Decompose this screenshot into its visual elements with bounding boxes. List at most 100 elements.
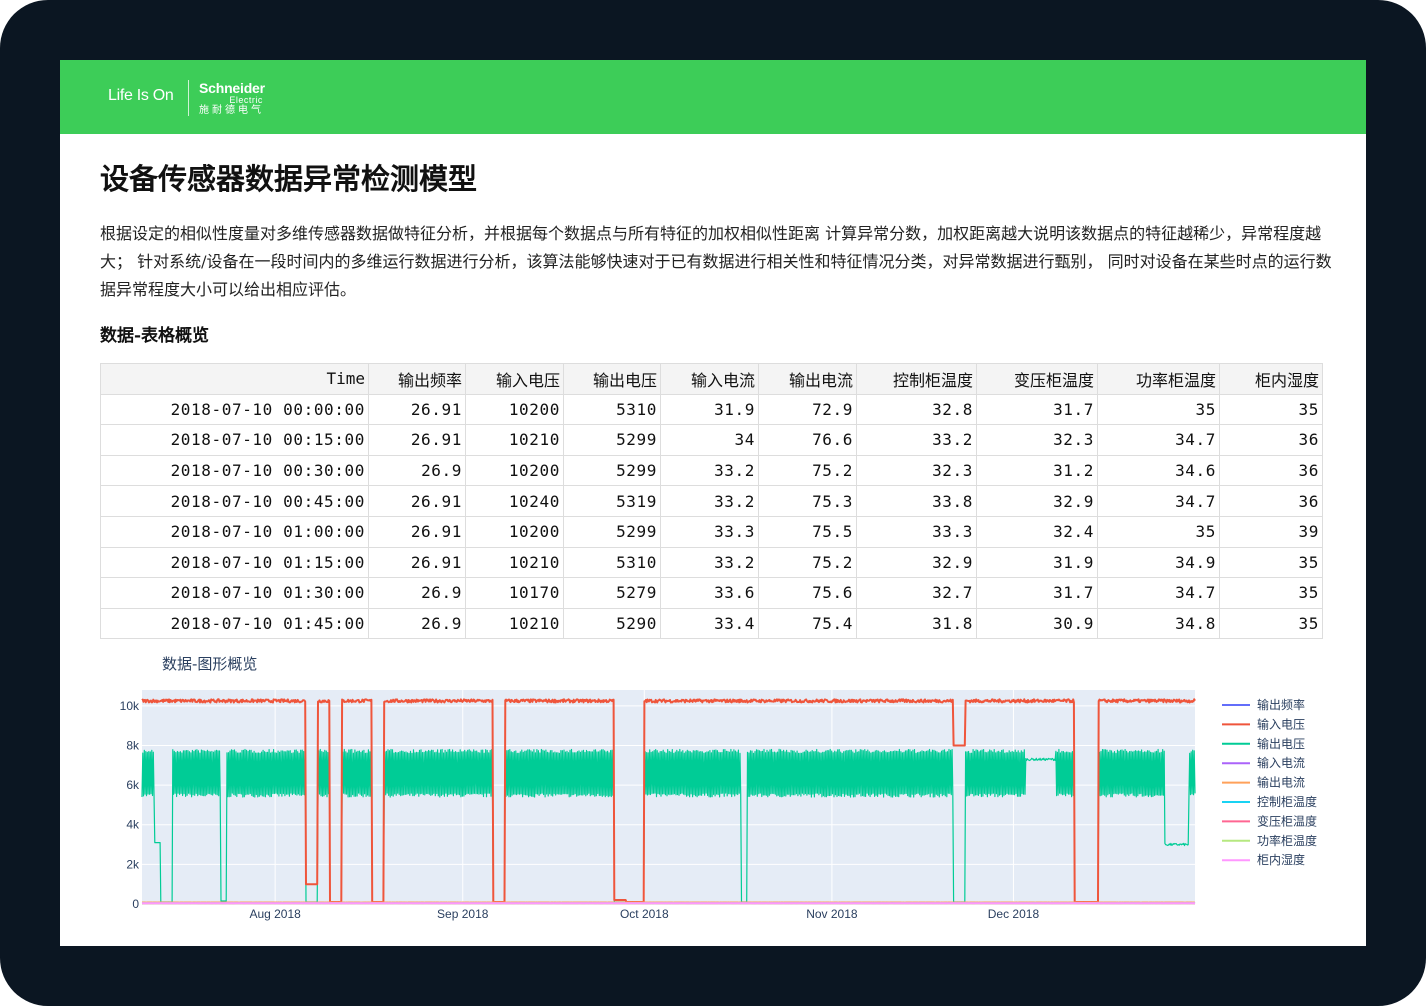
- column-header: 输出电流: [758, 363, 857, 395]
- table-row: 2018-07-10 00:00:00 26.91 10200 5310 31.9 72.…: [100, 393, 1323, 426]
- table-body: 2018-07-10 00:00:00 26.91 10200 5310 31.9 72.…: [100, 393, 1323, 640]
- x-tick-label: Nov 2018: [806, 907, 858, 921]
- schneider-logo: Schneider Electric 施耐德电气: [199, 80, 265, 117]
- table-cell: 10200: [465, 454, 564, 487]
- sensor-line-chart[interactable]: 0 2k 4k 6k 8k 10k Aug 2018 Sep 2018 Oct 2018 Nov…: [60, 680, 1366, 946]
- table-cell: 33.8: [856, 485, 977, 517]
- legend-label[interactable]: 柜内湿度: [1257, 852, 1305, 867]
- y-tick-label: 8k: [126, 738, 140, 752]
- table-cell: 10170: [465, 577, 564, 609]
- y-tick-label: 10k: [120, 699, 140, 713]
- table-cell: 2018-07-10 00:30:00: [100, 454, 369, 487]
- table-cell: 10210: [465, 546, 564, 579]
- table-row: 2018-07-10 01:15:00 26.91 10210 5310 33.2 75.…: [100, 546, 1323, 579]
- table-cell: 34.7: [1097, 577, 1220, 609]
- table-cell: 2018-07-10 01:45:00: [100, 607, 369, 640]
- table-cell: 31.9: [976, 546, 1098, 579]
- table-cell: 5299: [563, 515, 661, 548]
- x-tick-label: Dec 2018: [988, 907, 1040, 921]
- table-header-row: Time 输出频率 输入电压 输出电压 输入电流 输出电流 控制柜温度 变压柜温度 功率柜温度柜…: [100, 363, 1323, 395]
- table-cell: 2018-07-10 00:15:00: [100, 424, 369, 456]
- table-cell: 10240: [465, 485, 564, 517]
- legend-label[interactable]: 输出频率: [1257, 697, 1305, 712]
- table-cell: 33.6: [660, 577, 759, 609]
- table-cell: 5310: [563, 393, 661, 426]
- column-header: Time: [100, 363, 369, 395]
- legend-label[interactable]: 输出电压: [1257, 736, 1305, 751]
- data-table: Time 输出频率 输入电压 输出电压 输入电流 输出电流 控制柜温度 变压柜温度 功率柜温度柜…: [100, 363, 1323, 640]
- table-cell: 32.3: [976, 424, 1098, 456]
- column-header: 柜内湿度: [1219, 363, 1323, 395]
- table-row: 2018-07-10 01:45:00 26.9 10210 5290 33.4 75.4…: [100, 607, 1323, 640]
- table-cell: 32.4: [976, 515, 1098, 548]
- table-cell: 33.2: [660, 485, 759, 517]
- table-cell: 34: [660, 424, 759, 456]
- legend-label[interactable]: 输出电流: [1257, 775, 1305, 790]
- y-tick-label: 6k: [126, 778, 140, 792]
- table-cell: 75.2: [758, 546, 857, 579]
- table-cell: 5319: [563, 485, 661, 517]
- table-cell: 34.7: [1097, 485, 1220, 517]
- column-header: 变压柜温度: [976, 363, 1098, 395]
- table-cell: 32.7: [856, 577, 977, 609]
- table-cell: 34.6: [1097, 454, 1220, 487]
- page-title: 设备传感器数据异常检测模型: [100, 162, 478, 196]
- table-section-heading: 数据-表格概览: [100, 326, 210, 346]
- y-tick-label: 4k: [126, 818, 140, 832]
- table-cell: 32.9: [856, 546, 977, 579]
- table-cell: 36: [1219, 424, 1323, 456]
- table-cell: 39: [1219, 515, 1323, 548]
- legend-label[interactable]: 功率柜温度: [1257, 833, 1317, 848]
- x-tick-label: Oct 2018: [620, 907, 669, 921]
- table-cell: 33.2: [660, 546, 759, 579]
- table-cell: 10200: [465, 515, 564, 548]
- table-cell: 32.3: [856, 454, 977, 487]
- legend-label[interactable]: 控制柜温度: [1257, 794, 1317, 809]
- legend-label[interactable]: 输入电压: [1257, 716, 1305, 731]
- table-cell: 32.9: [976, 485, 1098, 517]
- table-cell: 75.4: [758, 607, 857, 640]
- column-header: 控制柜温度: [856, 363, 977, 395]
- column-header: 输出频率: [368, 363, 466, 395]
- table-cell: 2018-07-10 01:15:00: [100, 546, 369, 579]
- column-header: 功率柜温度: [1097, 363, 1220, 395]
- table-cell: 34.9: [1097, 546, 1220, 579]
- table-cell: 26.91: [368, 393, 466, 426]
- chart-legend[interactable]: 输出频率输入电压输出电压输入电流输出电流控制柜温度变压柜温度功率柜温度柜内湿度: [1222, 697, 1317, 867]
- table-cell: 33.3: [660, 515, 759, 548]
- table-cell: 33.3: [856, 515, 977, 548]
- plot-area: [142, 690, 1195, 904]
- data-table-scroll[interactable]: Time 输出频率 输入电压 输出电压 输入电流 输出电流 控制柜温度 变压柜温度 功率柜温度柜…: [100, 363, 1324, 647]
- table-cell: 31.9: [660, 393, 759, 426]
- life-is-on-tagline: Life Is On: [108, 87, 174, 104]
- table-cell: 75.6: [758, 577, 857, 609]
- device-frame: Life Is On Schneider Electric 施耐德电气 设备传感…: [0, 0, 1426, 1006]
- table-cell: 10210: [465, 607, 564, 640]
- table-cell: 30.9: [976, 607, 1098, 640]
- table-cell: 2018-07-10 00:00:00: [100, 393, 369, 426]
- table-row: 2018-07-10 00:15:00 26.91 10210 5299 34 76.6 3…: [100, 424, 1323, 456]
- app-screen: Life Is On Schneider Electric 施耐德电气 设备传感…: [60, 60, 1366, 946]
- table-cell: 26.9: [368, 607, 466, 640]
- brand-divider: [188, 80, 189, 116]
- y-tick-label: 0: [132, 897, 139, 911]
- table-cell: 10200: [465, 393, 564, 426]
- table-cell: 26.91: [368, 424, 466, 456]
- table-cell: 75.2: [758, 454, 857, 487]
- table-cell: 5279: [563, 577, 661, 609]
- legend-label[interactable]: 输入电流: [1257, 755, 1305, 770]
- table-cell: 35: [1219, 546, 1323, 579]
- table-cell: 35: [1219, 393, 1323, 426]
- table-cell: 2018-07-10 00:45:00: [100, 485, 369, 517]
- table-cell: 72.9: [758, 393, 857, 426]
- table-cell: 10210: [465, 424, 564, 456]
- table-cell: 33.2: [856, 424, 977, 456]
- table-cell: 2018-07-10 01:00:00: [100, 515, 369, 548]
- table-cell: 5299: [563, 454, 661, 487]
- column-header: 输入电压: [465, 363, 564, 395]
- table-cell: 26.91: [368, 546, 466, 579]
- legend-label[interactable]: 变压柜温度: [1257, 813, 1317, 828]
- table-cell: 35: [1097, 393, 1220, 426]
- table-cell: 35: [1219, 607, 1323, 640]
- table-cell: 26.91: [368, 515, 466, 548]
